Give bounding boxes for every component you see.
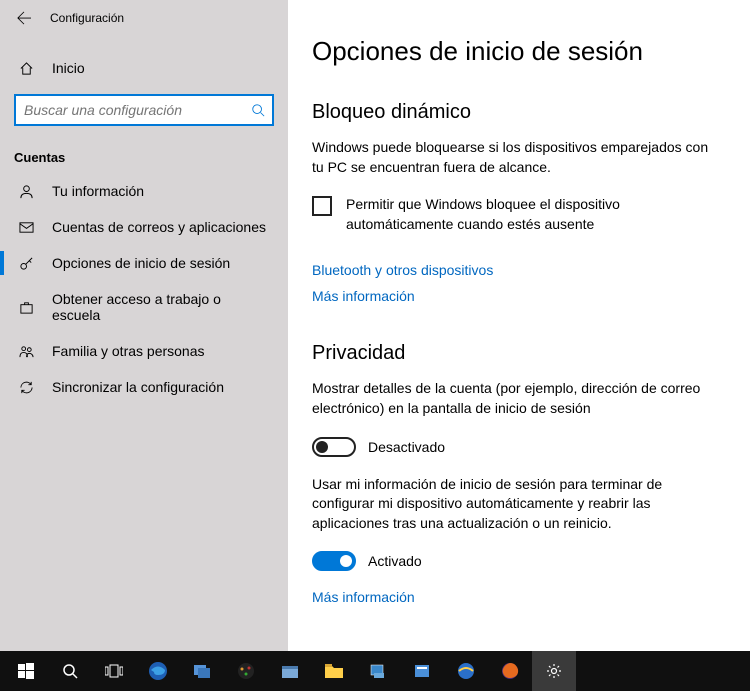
taskbar-app-3[interactable]: [268, 651, 312, 691]
dynamic-lock-description: Windows puede bloquearse si los disposit…: [312, 138, 722, 177]
sidebar-item-family[interactable]: Familia y otras personas: [0, 333, 288, 369]
page-title: Opciones de inicio de sesión: [312, 36, 722, 67]
taskbar-app-2[interactable]: [224, 651, 268, 691]
sidebar-section-label: Cuentas: [0, 136, 288, 173]
dynamic-lock-checkbox[interactable]: [312, 196, 332, 216]
back-icon[interactable]: [16, 10, 32, 26]
search-row: [0, 86, 288, 136]
search-box[interactable]: [14, 94, 274, 126]
taskbar-app-edge[interactable]: [136, 651, 180, 691]
sidebar: Configuración Inicio Cuentas: [0, 0, 288, 651]
taskbar-app-1[interactable]: [180, 651, 224, 691]
search-icon: [250, 102, 266, 118]
dynamic-lock-checkbox-label: Permitir que Windows bloquee el disposit…: [346, 195, 722, 234]
bluetooth-link[interactable]: Bluetooth y otros dispositivos: [312, 262, 493, 278]
people-icon: [18, 343, 34, 359]
taskbar-app-explorer[interactable]: [312, 651, 356, 691]
nav-label: Cuentas de correos y aplicaciones: [52, 219, 266, 235]
nav-label: Sincronizar la configuración: [52, 379, 224, 395]
dynamic-lock-checkbox-row[interactable]: Permitir que Windows bloquee el disposit…: [312, 195, 722, 234]
privacy-toggle-1-row: Desactivado: [312, 437, 722, 457]
nav-label: Familia y otras personas: [52, 343, 205, 359]
sidebar-item-sync[interactable]: Sincronizar la configuración: [0, 369, 288, 405]
sidebar-item-sign-in-options[interactable]: Opciones de inicio de sesión: [0, 245, 288, 281]
nav-label: Opciones de inicio de sesión: [52, 255, 230, 271]
taskbar: [0, 651, 750, 691]
sidebar-item-home[interactable]: Inicio: [0, 50, 288, 86]
nav-label: Tu información: [52, 183, 144, 199]
nav-label: Obtener acceso a trabajo o escuela: [52, 291, 270, 323]
privacy-heading: Privacidad: [312, 342, 722, 365]
main-content: Opciones de inicio de sesión Bloqueo din…: [288, 0, 750, 651]
sidebar-item-work-school[interactable]: Obtener acceso a trabajo o escuela: [0, 281, 288, 333]
home-icon: [18, 60, 34, 76]
titlebar: Configuración: [0, 0, 288, 36]
dynamic-lock-more-info-link[interactable]: Más información: [312, 288, 415, 304]
privacy-desc-1: Mostrar detalles de la cuenta (por ejemp…: [312, 379, 722, 418]
privacy-desc-2: Usar mi información de inicio de sesión …: [312, 475, 722, 534]
taskbar-app-firefox[interactable]: [488, 651, 532, 691]
mail-icon: [18, 219, 34, 235]
key-icon: [18, 255, 34, 271]
app-title: Configuración: [50, 11, 124, 25]
dynamic-lock-heading: Bloqueo dinámico: [312, 101, 722, 124]
sync-icon: [18, 379, 34, 395]
search-input[interactable]: [24, 102, 250, 118]
sidebar-item-your-info[interactable]: Tu información: [0, 173, 288, 209]
sidebar-item-email-accounts[interactable]: Cuentas de correos y aplicaciones: [0, 209, 288, 245]
privacy-toggle-2-row: Activado: [312, 551, 722, 571]
privacy-toggle-2[interactable]: [312, 551, 356, 571]
person-icon: [18, 183, 34, 199]
taskbar-search-icon[interactable]: [48, 651, 92, 691]
privacy-toggle-1-label: Desactivado: [368, 439, 445, 455]
task-view-icon[interactable]: [92, 651, 136, 691]
privacy-toggle-2-label: Activado: [368, 553, 422, 569]
privacy-more-info-link[interactable]: Más información: [312, 589, 415, 605]
briefcase-icon: [18, 299, 34, 315]
nav-list: Tu información Cuentas de correos y apli…: [0, 173, 288, 405]
taskbar-app-settings[interactable]: [532, 651, 576, 691]
taskbar-app-5[interactable]: [400, 651, 444, 691]
taskbar-app-4[interactable]: [356, 651, 400, 691]
home-label: Inicio: [52, 60, 85, 76]
taskbar-app-ie[interactable]: [444, 651, 488, 691]
privacy-toggle-1[interactable]: [312, 437, 356, 457]
start-button[interactable]: [4, 651, 48, 691]
